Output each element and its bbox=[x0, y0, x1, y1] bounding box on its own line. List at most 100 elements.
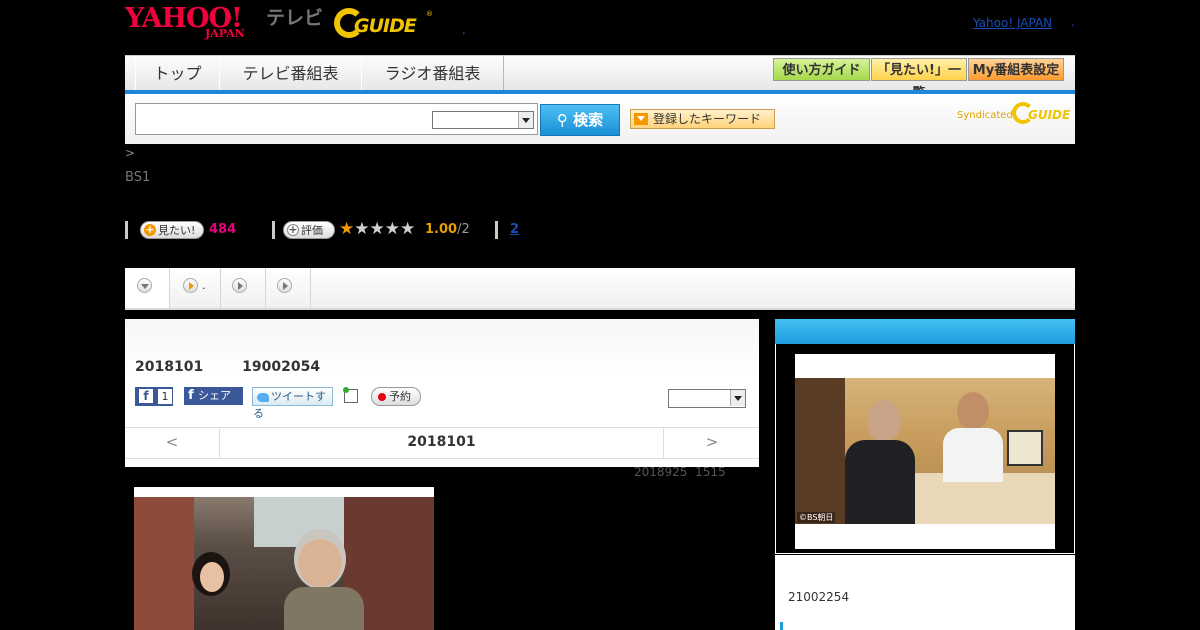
tab-second-label: . bbox=[202, 279, 206, 292]
syndicated-logo-text: GUIDE bbox=[1028, 108, 1071, 122]
tv-logo-label: テレビ bbox=[266, 7, 324, 29]
play-icon bbox=[232, 278, 247, 293]
stats-divider bbox=[125, 221, 128, 239]
star-empty-icon: ★ bbox=[384, 219, 400, 239]
breadcrumb[interactable]: > bbox=[125, 146, 135, 160]
rating-average: 1.00 bbox=[425, 222, 458, 237]
play-icon bbox=[277, 278, 292, 293]
syndicated-gguide-logo: GUIDE bbox=[1012, 102, 1071, 126]
yahoo-japan-link-dot: . bbox=[1071, 15, 1075, 29]
main-nav: トップ テレビ番組表 ラジオ番組表 使い方ガイド 「見たい!」一覧 My番組表設… bbox=[125, 55, 1075, 101]
registered-keywords-label: 登録したキーワード bbox=[653, 112, 762, 126]
gguide-logo[interactable]: GUIDE ® bbox=[334, 8, 434, 40]
chevron-down-icon bbox=[137, 278, 152, 293]
program-select[interactable] bbox=[668, 389, 746, 408]
yahoo-logo-sub: JAPAN bbox=[205, 27, 245, 40]
search-icon: ⚲ bbox=[556, 111, 568, 129]
header-link-dot: , bbox=[462, 22, 466, 36]
tab-second[interactable]: . bbox=[170, 268, 221, 308]
photo-face bbox=[298, 539, 342, 587]
rate-label: 評価 bbox=[301, 224, 323, 237]
review-count-link[interactable]: 2 bbox=[510, 222, 519, 237]
star-empty-icon: ★ bbox=[354, 219, 370, 239]
photo-wall bbox=[795, 378, 845, 524]
search-category-select[interactable] bbox=[432, 111, 534, 129]
sidebar-lower: 21002254 bbox=[775, 555, 1075, 630]
reserve-label: 予約 bbox=[389, 390, 411, 403]
search-bar: ⚲ 検索 登録したキーワード Syndicated GUIDE bbox=[125, 94, 1075, 144]
tab-fourth[interactable] bbox=[266, 268, 311, 308]
program-tabs: . bbox=[125, 268, 1075, 310]
facebook-share-button[interactable]: f シェア bbox=[184, 387, 243, 405]
want-count: 484 bbox=[209, 222, 237, 237]
search-button[interactable]: ⚲ 検索 bbox=[540, 104, 620, 136]
sidebar-header bbox=[775, 319, 1075, 344]
program-detail-panel: 2018101 19002054 f 1 f シェア ツイートする 予約 < 20… bbox=[125, 319, 759, 467]
channel-name: BS1 bbox=[125, 170, 151, 185]
tab-overview[interactable] bbox=[125, 268, 170, 308]
chevron-down-icon bbox=[518, 112, 533, 128]
want-list-button[interactable]: 「見たい!」一覧 bbox=[871, 58, 967, 101]
nav-tab-top[interactable]: トップ bbox=[135, 56, 220, 91]
tab-third[interactable] bbox=[221, 268, 266, 308]
gguide-registered-mark: ® bbox=[426, 10, 433, 18]
updated-timestamp: 2018925 1515 bbox=[634, 465, 726, 479]
want-to-watch-label: 見たい! bbox=[158, 224, 196, 237]
star-empty-icon: ★ bbox=[369, 219, 385, 239]
prev-date-button[interactable]: < bbox=[125, 428, 220, 458]
nav-tab-radio-listings[interactable]: ラジオ番組表 bbox=[361, 56, 504, 91]
search-button-label: 検索 bbox=[573, 111, 604, 129]
next-date-button[interactable]: > bbox=[663, 428, 760, 458]
photo-body bbox=[845, 440, 915, 524]
rating-stars: ★★★★★ bbox=[339, 219, 415, 239]
plus-icon: + bbox=[287, 223, 299, 236]
photo-face bbox=[957, 392, 989, 430]
add-calendar-icon[interactable] bbox=[343, 387, 358, 403]
photo-scroll bbox=[1007, 430, 1043, 466]
star-empty-icon: ★ bbox=[400, 219, 416, 239]
facebook-share-label: シェア bbox=[198, 389, 231, 402]
photo-face bbox=[200, 562, 224, 592]
star-filled-icon: ★ bbox=[339, 219, 355, 239]
my-listing-settings-button[interactable]: My番組表設定 bbox=[968, 58, 1064, 81]
twitter-bird-icon bbox=[257, 392, 269, 402]
rate-button[interactable]: + 評価 bbox=[283, 221, 335, 239]
gguide-logo-text: GUIDE bbox=[354, 15, 417, 37]
photo-person-man bbox=[284, 529, 364, 630]
registered-keywords-button[interactable]: 登録したキーワード bbox=[630, 109, 775, 129]
rating-value: 1.00/2 bbox=[425, 222, 470, 237]
chevron-down-icon bbox=[730, 390, 745, 406]
tweet-button[interactable]: ツイートする bbox=[252, 387, 333, 420]
guide-button[interactable]: 使い方ガイド bbox=[773, 58, 870, 81]
reserve-button[interactable]: 予約 bbox=[371, 387, 421, 406]
program-photo bbox=[134, 487, 434, 630]
nav-tab-tv-listings[interactable]: テレビ番組表 bbox=[219, 56, 362, 91]
facebook-icon: f bbox=[188, 388, 194, 403]
program-title: 2018101 19002054 bbox=[135, 359, 321, 375]
facebook-like-count: 1 bbox=[158, 389, 172, 404]
facebook-like-button[interactable]: f 1 bbox=[135, 387, 173, 406]
stats-divider bbox=[272, 221, 275, 239]
yahoo-japan-link[interactable]: Yahoo! JAPAN bbox=[973, 15, 1052, 31]
plus-icon: + bbox=[144, 223, 156, 236]
photo-person-left bbox=[845, 400, 915, 524]
sidebar-photo-image: ©BS朝日 bbox=[795, 378, 1055, 524]
photo-person-woman bbox=[182, 552, 242, 630]
photo-credit: ©BS朝日 bbox=[797, 512, 836, 523]
record-dot-icon bbox=[378, 393, 386, 401]
photo-face bbox=[867, 400, 901, 442]
syndicated-label: Syndicated bbox=[957, 110, 1013, 121]
rating-count: /2 bbox=[457, 222, 470, 237]
program-photo-image bbox=[134, 497, 434, 630]
sidebar-accent-bar bbox=[780, 622, 783, 630]
photo-person-right bbox=[943, 392, 1003, 482]
photo-body bbox=[284, 587, 364, 630]
current-date: 2018101 bbox=[407, 434, 476, 450]
yahoo-japan-logo[interactable]: YAHOO! JAPAN bbox=[125, 4, 265, 42]
sidebar-time: 21002254 bbox=[788, 590, 850, 604]
photo-body bbox=[943, 428, 1003, 482]
sidebar-featured-photo[interactable]: ©BS朝日 bbox=[795, 354, 1055, 549]
date-navigation: < 2018101 > bbox=[125, 427, 759, 459]
dropdown-arrow-icon bbox=[634, 113, 648, 125]
want-to-watch-button[interactable]: + 見たい! bbox=[140, 221, 204, 239]
